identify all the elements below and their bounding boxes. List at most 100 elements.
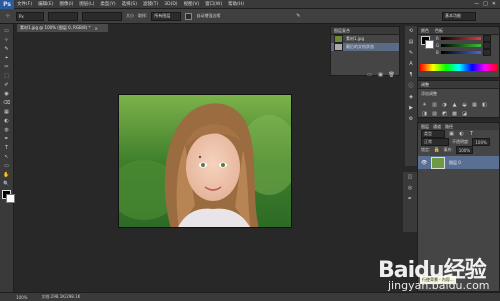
apply-comp-icon[interactable]: ▭ — [366, 72, 373, 79]
workspace-preset-select[interactable]: 基本功能 — [442, 11, 476, 21]
brush-presets-icon[interactable]: ✎ — [408, 50, 415, 57]
filter-type-icon[interactable]: T — [468, 131, 475, 138]
layer-comp-item[interactable]: 素材1.jpg — [331, 35, 399, 43]
quick-select-icon[interactable]: ⌖ — [3, 55, 11, 61]
paragraph-icon[interactable]: ¶ — [408, 72, 415, 79]
tab-channels[interactable]: 通道 — [433, 124, 441, 130]
exposure-icon[interactable]: ▲ — [451, 102, 458, 108]
black-white-icon[interactable]: ◨ — [421, 111, 428, 117]
auto-enhance-checkbox[interactable] — [185, 12, 193, 20]
blend-mode-select[interactable]: 正常 — [421, 138, 449, 146]
filter-pixel-icon[interactable]: ▣ — [448, 131, 455, 138]
channel-mixer-icon[interactable]: ◩ — [441, 111, 448, 117]
lock-icon[interactable]: 🔒 — [433, 147, 440, 154]
color-spectrum-ramp[interactable] — [420, 64, 498, 71]
actions-icon[interactable]: ▶ — [408, 105, 415, 112]
invert-icon[interactable]: ◪ — [461, 111, 468, 117]
menu-filter[interactable]: 滤镜(T) — [140, 1, 161, 7]
menu-select[interactable]: 选择(S) — [119, 1, 140, 7]
color-panel-swatches[interactable] — [421, 36, 434, 49]
option-field-2[interactable] — [48, 11, 78, 21]
blue-value-field[interactable] — [482, 49, 491, 56]
navigator-icon[interactable]: ◈ — [408, 94, 415, 101]
pen-tool-icon[interactable]: ✒ — [3, 136, 11, 142]
zoom-level[interactable]: 100% — [16, 295, 27, 300]
menu-layer[interactable]: 图层(L) — [76, 1, 97, 7]
menu-image[interactable]: 图像(I) — [56, 1, 76, 7]
fill-field[interactable]: 100% — [455, 146, 474, 154]
color-lookup-icon[interactable]: ▩ — [451, 111, 458, 117]
minimize-icon[interactable]: — — [474, 1, 479, 7]
menu-file[interactable]: 文件(F) — [14, 1, 35, 7]
marquee-tool-icon[interactable]: ▭ — [3, 28, 11, 34]
brightness-icon[interactable]: ☀ — [421, 102, 428, 108]
document-image[interactable] — [118, 94, 292, 228]
properties-icon[interactable]: ▤ — [408, 39, 415, 46]
menu-3d[interactable]: 3D(D) — [161, 2, 180, 7]
brush-tool-icon[interactable]: ◉ — [3, 91, 11, 97]
hue-saturation-icon[interactable]: ▦ — [471, 102, 478, 108]
opacity-field[interactable]: 100% — [472, 138, 490, 146]
menu-edit[interactable]: 编辑(E) — [35, 1, 56, 7]
color-balance-icon[interactable]: ◧ — [481, 102, 488, 108]
character-icon[interactable]: A — [408, 61, 415, 68]
photo-filter-icon[interactable]: ▨ — [431, 111, 438, 117]
quick-select-tool-icon[interactable]: ⊹ — [4, 13, 12, 19]
option-field-3[interactable] — [82, 11, 122, 21]
background-color-swatch[interactable] — [5, 194, 15, 203]
menu-help[interactable]: 帮助(H) — [225, 1, 247, 7]
info-icon[interactable]: ⓘ — [408, 83, 415, 90]
red-slider[interactable] — [440, 37, 481, 40]
gradient-tool-icon[interactable]: ▦ — [3, 109, 11, 115]
levels-icon[interactable]: ▥ — [431, 102, 438, 108]
shape-tool-icon[interactable]: ▭ — [3, 163, 11, 169]
path-select-tool-icon[interactable]: ↖ — [3, 154, 11, 160]
close-icon[interactable]: ✕ — [492, 1, 496, 7]
new-comp-icon[interactable]: ▣ — [377, 72, 384, 79]
tab-color[interactable]: 颜色 — [421, 28, 429, 34]
history-icon[interactable]: ⟲ — [408, 28, 415, 35]
paths-icon[interactable]: ✒ — [407, 196, 414, 203]
menu-type[interactable]: 类型(Y) — [97, 1, 118, 7]
channels-icon[interactable]: ◎ — [407, 185, 414, 192]
layer-row-selected[interactable]: 👁 图层 0 — [418, 156, 499, 169]
menu-window[interactable]: 窗口(W) — [202, 1, 225, 7]
tab-paths[interactable]: 路径 — [445, 124, 453, 130]
blue-slider[interactable] — [440, 51, 481, 54]
layer-name[interactable]: 图层 0 — [449, 160, 461, 166]
document-tab[interactable]: 素材1.jpg @ 100% (图层 0, RGB/8) * × — [17, 24, 108, 32]
eraser-tool-icon[interactable]: ⌫ — [3, 100, 11, 106]
red-value-field[interactable] — [482, 35, 491, 42]
filter-adjust-icon[interactable]: ◐ — [458, 131, 465, 138]
vibrance-icon[interactable]: ◒ — [461, 102, 468, 108]
menu-view[interactable]: 视图(V) — [181, 1, 203, 7]
maximize-icon[interactable]: □ — [483, 1, 488, 7]
tab-swatches[interactable]: 色板 — [435, 28, 443, 34]
green-slider[interactable] — [441, 44, 482, 47]
delete-comp-icon[interactable]: 🗑 — [388, 72, 395, 79]
move-tool-icon[interactable]: ⊹ — [3, 37, 11, 43]
healing-tool-icon[interactable]: ✐ — [3, 82, 11, 88]
lasso-tool-icon[interactable]: ✎ — [3, 46, 11, 52]
refine-edge-icon[interactable]: ✎ — [294, 13, 302, 19]
close-tab-icon[interactable]: × — [95, 26, 98, 31]
zoom-tool-icon[interactable]: 🔍 — [3, 181, 11, 187]
layer-kind-filter[interactable]: 类型 — [421, 130, 445, 138]
blur-tool-icon[interactable]: ◍ — [3, 127, 11, 133]
visibility-eye-icon[interactable]: 👁 — [421, 160, 427, 166]
layer-comp-item-selected[interactable]: 最后的文档状态 — [331, 43, 399, 51]
crop-tool-icon[interactable]: ✂ — [3, 64, 11, 70]
tab-layers[interactable]: 图层 — [421, 124, 429, 130]
curves-icon[interactable]: ◑ — [441, 102, 448, 108]
type-tool-icon[interactable]: T — [3, 145, 11, 151]
color-swatches[interactable] — [1, 190, 15, 203]
hand-tool-icon[interactable]: ✋ — [3, 172, 11, 178]
dodge-tool-icon[interactable]: ◐ — [3, 118, 11, 124]
brush-size-field[interactable]: Px — [16, 11, 44, 21]
layers-icon[interactable]: ◫ — [407, 174, 414, 181]
eyedropper-tool-icon[interactable]: ⬚ — [3, 73, 11, 79]
sample-select[interactable]: 所有图层 — [151, 11, 182, 21]
panel-background-swatch[interactable] — [425, 40, 434, 49]
green-value-field[interactable] — [483, 42, 492, 49]
tool-presets-icon[interactable]: ⚙ — [408, 116, 415, 123]
